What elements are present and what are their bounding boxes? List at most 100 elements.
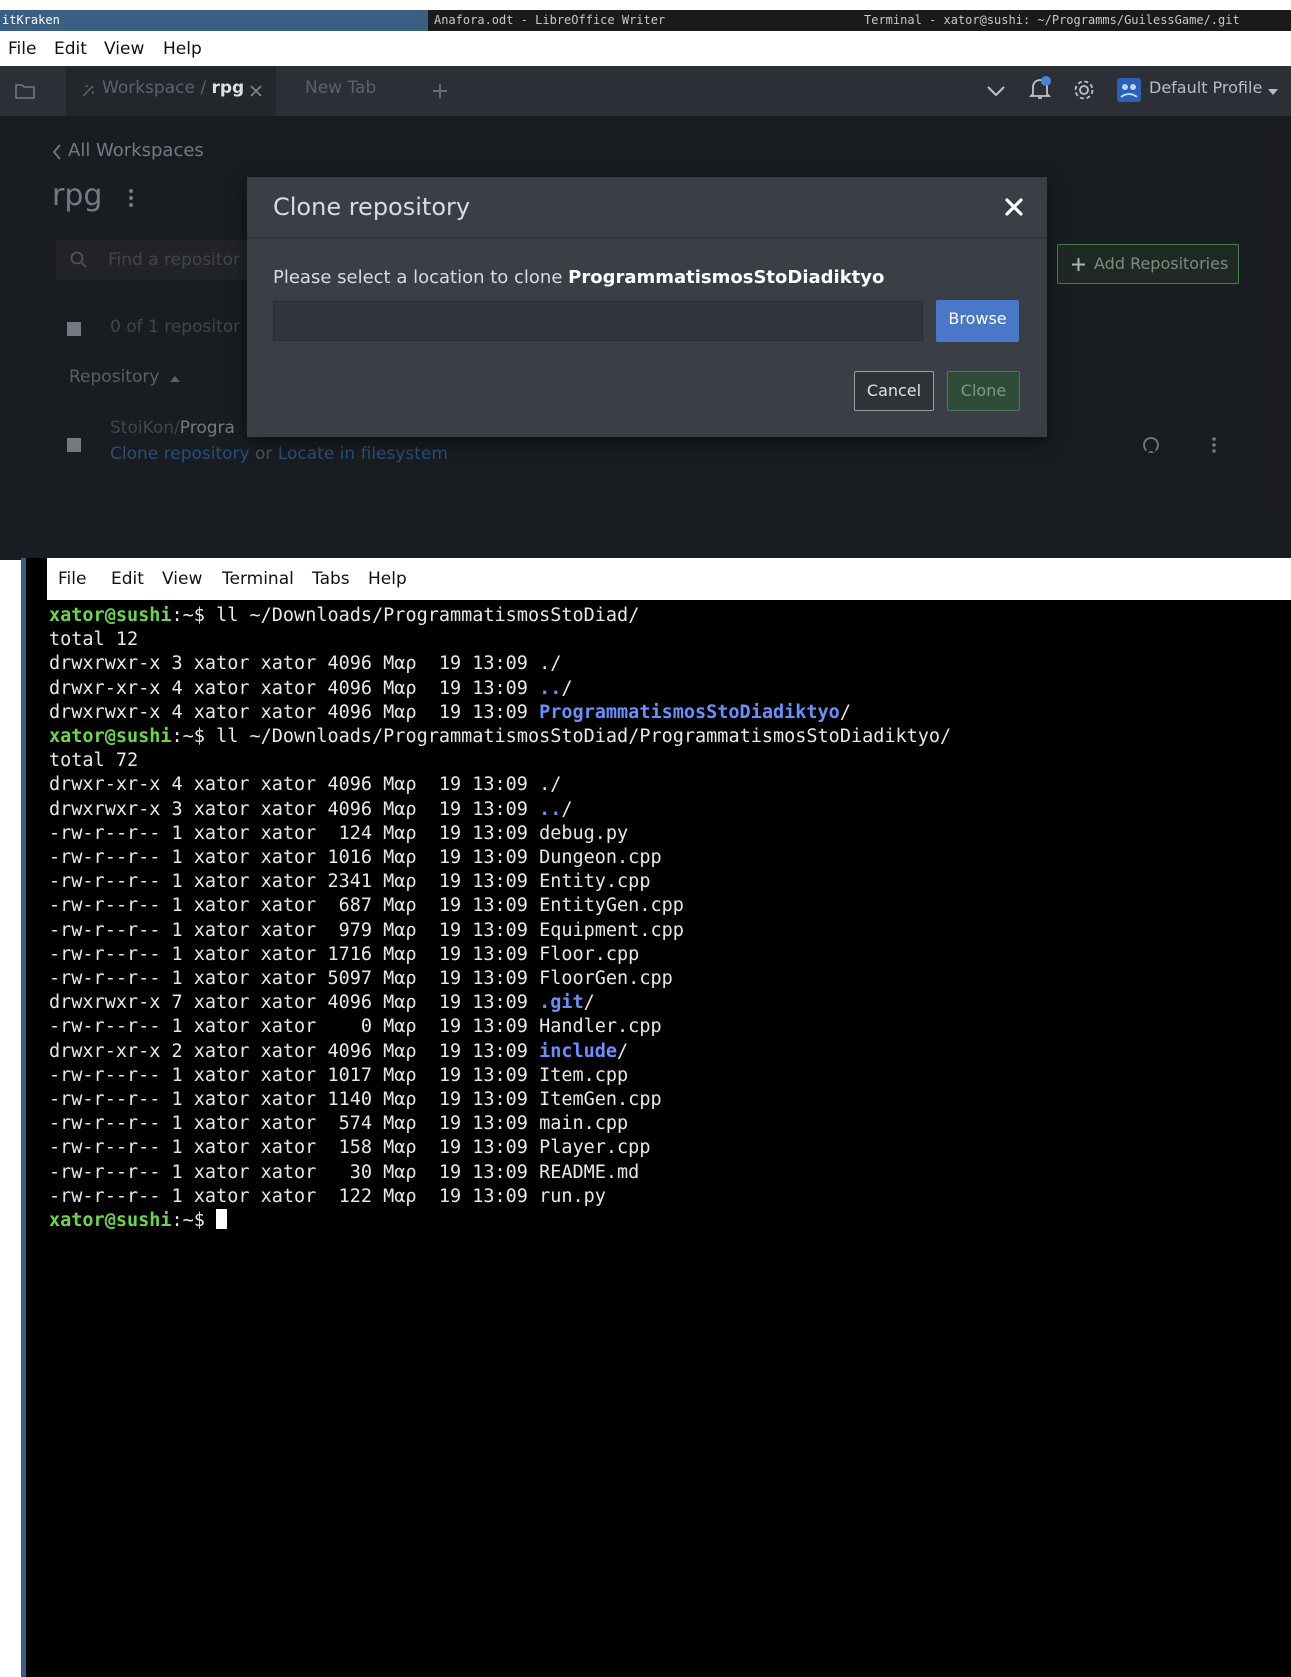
gitkraken-tabbar: Workspace / rpg New Tab Default Profile: [0, 66, 1291, 116]
taskbar-task-gitkraken[interactable]: itKraken: [0, 10, 428, 31]
plus-icon[interactable]: [433, 84, 447, 98]
terminal-command: ll ~/Downloads/ProgrammatismosStoDiad/Pr…: [216, 726, 952, 748]
ls-entry-meta: -rw-r--r-- 1 xator xator 124 Μαρ 19 13:0…: [49, 822, 540, 844]
ls-entry-meta: -rw-r--r-- 1 xator xator 1016 Μαρ 19 13:…: [49, 847, 540, 869]
gitkraken-menubar: File Edit View Help: [0, 31, 1291, 67]
ls-entry-meta: drwxrwxr-x 3 xator xator 4096 Μαρ 19 13:…: [49, 798, 540, 820]
terminal-line: xator@sushi:~$ ll ~/Downloads/Programmat…: [49, 604, 1289, 628]
ls-entry-name: debug.py: [539, 822, 629, 844]
browse-button[interactable]: Browse: [936, 300, 1019, 342]
terminal-menu-tabs[interactable]: Tabs: [312, 569, 350, 589]
ls-entry-meta: -rw-r--r-- 1 xator xator 1017 Μαρ 19 13:…: [49, 1064, 540, 1086]
terminal-output-text: total 12: [49, 629, 139, 651]
caret-down-icon[interactable]: [1268, 89, 1278, 95]
ls-entry-meta: -rw-r--r-- 1 xator xator 979 Μαρ 19 13:0…: [49, 919, 540, 941]
ls-entry-name: ./: [539, 653, 562, 675]
menu-file[interactable]: File: [8, 39, 36, 59]
terminal-line: drwxrwxr-x 7 xator xator 4096 Μαρ 19 13:…: [49, 991, 1289, 1015]
ls-entry-suffix: /: [561, 798, 573, 820]
terminal-line: xator@sushi:~$ ll ~/Downloads/Programmat…: [49, 725, 1289, 749]
dialog-header: Clone repository: [247, 177, 1047, 238]
tab-workspace[interactable]: Workspace / rpg: [66, 66, 276, 116]
ls-entry-suffix: /: [583, 992, 595, 1014]
terminal-menu-view[interactable]: View: [162, 569, 202, 589]
bell-icon[interactable]: [1028, 76, 1052, 102]
ls-entry-meta: -rw-r--r-- 1 xator xator 1716 Μαρ 19 13:…: [49, 943, 540, 965]
terminal-window: File Edit View Terminal Tabs Help xator@…: [21, 558, 1291, 1677]
close-icon[interactable]: [1002, 195, 1026, 219]
workspace-icon: [82, 85, 94, 97]
ls-entry-name: Item.cpp: [539, 1064, 629, 1086]
close-icon[interactable]: [250, 85, 262, 97]
ls-entry-meta: -rw-r--r-- 1 xator xator 122 Μαρ 19 13:0…: [49, 1185, 540, 1207]
ls-entry-meta: -rw-r--r-- 1 xator xator 5097 Μαρ 19 13:…: [49, 968, 540, 990]
tab-new[interactable]: New Tab: [305, 78, 376, 98]
terminal-menu-terminal[interactable]: Terminal: [222, 569, 294, 589]
taskbar-task-libreoffice[interactable]: Anafora.odt - LibreOffice Writer: [428, 10, 858, 31]
ls-entry-meta: drwxrwxr-x 4 xator xator 4096 Μαρ 19 13:…: [49, 701, 540, 723]
terminal-line: -rw-r--r-- 1 xator xator 2341 Μαρ 19 13:…: [49, 870, 1289, 894]
terminal-line: drwxrwxr-x 3 xator xator 4096 Μαρ 19 13:…: [49, 798, 1289, 822]
terminal-line: -rw-r--r-- 1 xator xator 0 Μαρ 19 13:09 …: [49, 1015, 1289, 1039]
terminal-line: drwxr-xr-x 2 xator xator 4096 Μαρ 19 13:…: [49, 1040, 1289, 1064]
gear-icon[interactable]: [1073, 79, 1095, 101]
dialog-message: Please select a location to clone Progra…: [273, 267, 884, 288]
ls-entry-meta: -rw-r--r-- 1 xator xator 687 Μαρ 19 13:0…: [49, 895, 540, 917]
terminal-line: xator@sushi:~$: [49, 1209, 1289, 1233]
chevron-down-icon[interactable]: [987, 85, 1005, 97]
taskbar-task-terminal[interactable]: Terminal - xator@sushi: ~/Programms/Guil…: [858, 10, 1291, 31]
ls-entry-name: .git: [539, 992, 584, 1014]
ls-entry-name: include: [539, 1040, 618, 1062]
tab-workspace-name: rpg: [211, 78, 245, 98]
menu-help[interactable]: Help: [163, 39, 202, 59]
cancel-button[interactable]: Cancel: [854, 371, 934, 411]
terminal-menu-edit[interactable]: Edit: [111, 569, 144, 589]
clone-repository-dialog: Clone repository Please select a locatio…: [247, 177, 1047, 437]
ls-entry-name: ItemGen.cpp: [539, 1089, 662, 1111]
taskbar: itKraken Anafora.odt - LibreOffice Write…: [0, 0, 1291, 31]
profile-avatar-icon[interactable]: [1117, 78, 1141, 102]
clone-button[interactable]: Clone: [947, 371, 1020, 411]
terminal-prompt-suffix: :~$: [171, 726, 217, 748]
terminal-line: -rw-r--r-- 1 xator xator 30 Μαρ 19 13:09…: [49, 1161, 1289, 1185]
folder-icon[interactable]: [14, 81, 36, 101]
terminal-output-text: total 72: [49, 750, 139, 772]
menu-view[interactable]: View: [104, 39, 144, 59]
tab-workspace-prefix: Workspace /: [102, 78, 212, 98]
terminal-menubar: File Edit View Terminal Tabs Help: [47, 558, 1291, 600]
dialog-message-prefix: Please select a location to clone: [273, 267, 569, 288]
ls-entry-name: ./: [539, 774, 562, 796]
terminal-line: total 72: [49, 749, 1289, 773]
ls-entry-name: ProgrammatismosStoDiadiktyo: [539, 701, 840, 723]
terminal-line: -rw-r--r-- 1 xator xator 574 Μαρ 19 13:0…: [49, 1112, 1289, 1136]
ls-entry-meta: -rw-r--r-- 1 xator xator 158 Μαρ 19 13:0…: [49, 1137, 540, 1159]
terminal-line: -rw-r--r-- 1 xator xator 5097 Μαρ 19 13:…: [49, 967, 1289, 991]
terminal-line: -rw-r--r-- 1 xator xator 1140 Μαρ 19 13:…: [49, 1088, 1289, 1112]
menu-edit[interactable]: Edit: [54, 39, 87, 59]
terminal-prompt-suffix: :~$: [171, 1210, 217, 1232]
terminal-prompt-user: xator@sushi: [49, 1210, 172, 1232]
profile-name[interactable]: Default Profile: [1149, 78, 1262, 97]
ls-entry-meta: drwxr-xr-x 2 xator xator 4096 Μαρ 19 13:…: [49, 1040, 540, 1062]
ls-entry-meta: -rw-r--r-- 1 xator xator 0 Μαρ 19 13:09: [49, 1016, 540, 1038]
terminal-menu-help[interactable]: Help: [368, 569, 407, 589]
dialog-title: Clone repository: [273, 193, 471, 221]
ls-entry-name: EntityGen.cpp: [539, 895, 684, 917]
terminal-line: -rw-r--r-- 1 xator xator 979 Μαρ 19 13:0…: [49, 919, 1289, 943]
ls-entry-name: run.py: [539, 1185, 606, 1207]
clone-path-input[interactable]: [273, 301, 923, 341]
terminal-menu-file[interactable]: File: [58, 569, 86, 589]
ls-entry-meta: drwxr-xr-x 4 xator xator 4096 Μαρ 19 13:…: [49, 677, 540, 699]
ls-entry-name: Player.cpp: [539, 1137, 651, 1159]
ls-entry-name: Handler.cpp: [539, 1016, 662, 1038]
ls-entry-meta: drwxr-xr-x 4 xator xator 4096 Μαρ 19 13:…: [49, 774, 540, 796]
terminal-prompt-user: xator@sushi: [49, 605, 172, 626]
ls-entry-name: Equipment.cpp: [539, 919, 684, 941]
terminal-output[interactable]: xator@sushi:~$ ll ~/Downloads/Programmat…: [49, 604, 1289, 1233]
terminal-line: -rw-r--r-- 1 xator xator 122 Μαρ 19 13:0…: [49, 1185, 1289, 1209]
terminal-line: -rw-r--r-- 1 xator xator 124 Μαρ 19 13:0…: [49, 822, 1289, 846]
ls-entry-meta: -rw-r--r-- 1 xator xator 574 Μαρ 19 13:0…: [49, 1113, 540, 1135]
terminal-line: -rw-r--r-- 1 xator xator 687 Μαρ 19 13:0…: [49, 894, 1289, 918]
ls-entry-suffix: /: [839, 701, 851, 723]
terminal-line: -rw-r--r-- 1 xator xator 1017 Μαρ 19 13:…: [49, 1064, 1289, 1088]
